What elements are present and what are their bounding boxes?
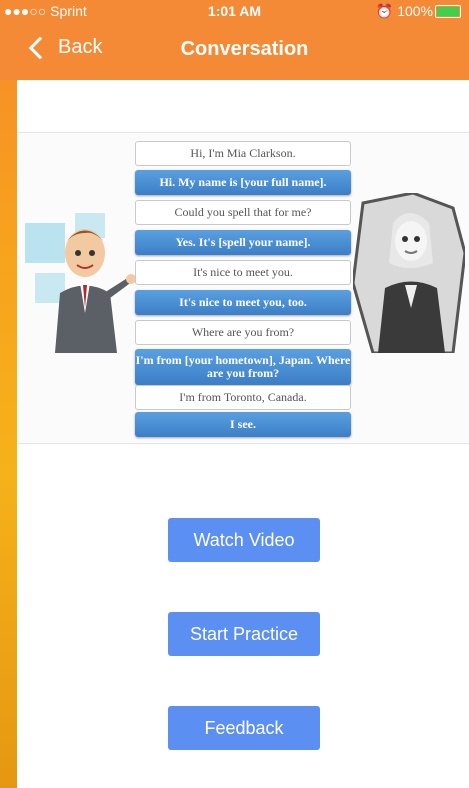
- navigation-bar: Back Conversation: [0, 22, 469, 80]
- content-area: Hi, I'm Mia Clarkson. Hi. My name is [yo…: [17, 80, 469, 788]
- feedback-button[interactable]: Feedback: [168, 706, 320, 750]
- dialogue-line-6: It's nice to meet you, too.: [135, 290, 351, 315]
- woman-character-image: [353, 193, 465, 353]
- page-title: Conversation: [180, 38, 309, 60]
- dialogue-line-1: Hi, I'm Mia Clarkson.: [135, 141, 351, 166]
- dialogue-line-3: Could you spell that for me?: [135, 200, 351, 225]
- dialogue-line-5: It's nice to meet you.: [135, 260, 351, 285]
- status-indicators: ⏰ 100%: [376, 3, 433, 20]
- man-character-image: [25, 213, 135, 353]
- start-practice-button[interactable]: Start Practice: [168, 612, 320, 656]
- dialogue-line-4: Yes. It's [spell your name].: [135, 230, 351, 255]
- watch-video-button[interactable]: Watch Video: [168, 518, 320, 562]
- dialogue-line-10: I see.: [135, 412, 351, 437]
- alarm-icon: ⏰: [375, 3, 394, 19]
- dialogue-line-8: I'm from [your hometown], Japan. Where a…: [135, 349, 351, 385]
- dialogue-line-7: Where are you from?: [135, 320, 351, 345]
- dialogue-line-2: Hi. My name is [your full name].: [135, 170, 351, 195]
- dialogue-line-9: I'm from Toronto, Canada.: [135, 385, 351, 410]
- conversation-illustration: Hi, I'm Mia Clarkson. Hi. My name is [yo…: [17, 132, 469, 444]
- battery-percent: 100%: [397, 3, 433, 19]
- status-bar: ●●●○○ Sprint 1:01 AM ⏰ 100%: [0, 0, 469, 22]
- battery-icon: [435, 5, 461, 18]
